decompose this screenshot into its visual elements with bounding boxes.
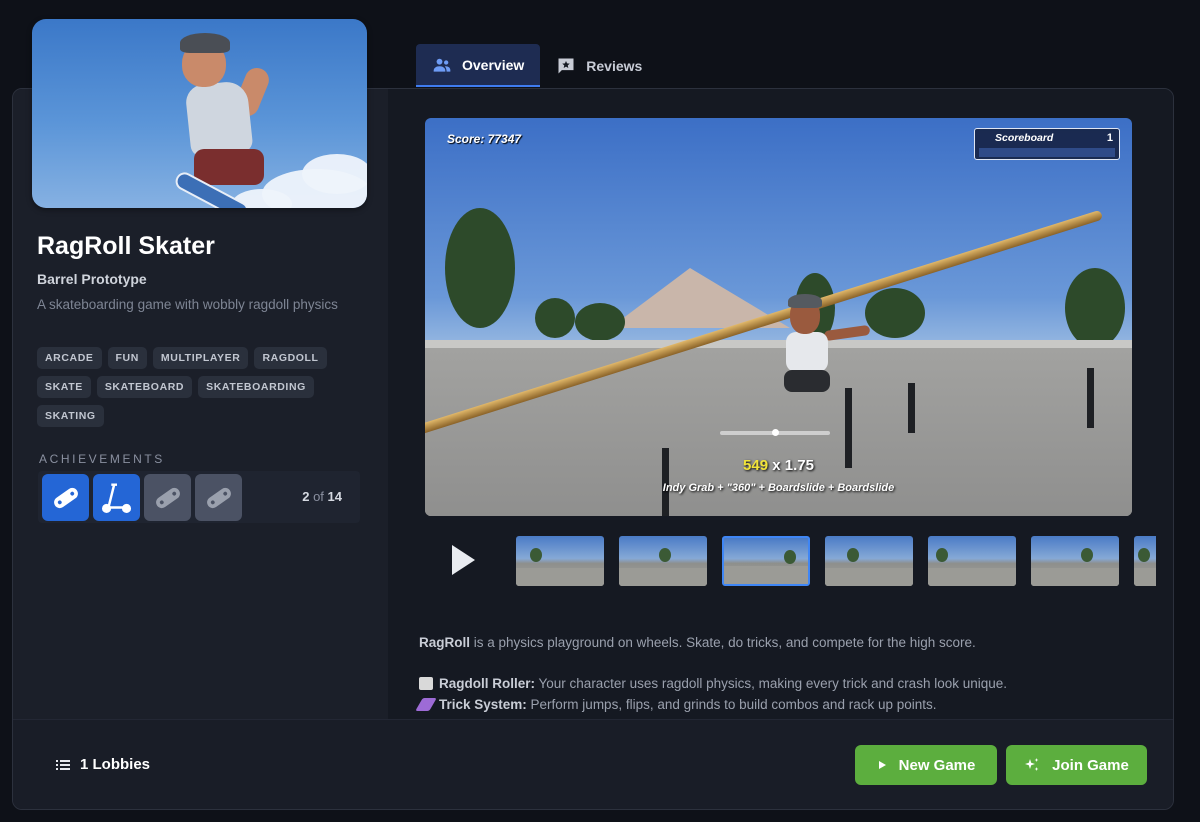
tag-chip[interactable]: SKATEBOARDING [198, 376, 314, 398]
media-thumbnail[interactable] [1031, 536, 1119, 586]
tag-chip[interactable]: SKATE [37, 376, 91, 398]
developer-name[interactable]: Barrel Prototype [37, 271, 147, 287]
scoreboard-panel: Scoreboard 1 [974, 128, 1120, 160]
combo-multiplier: 549 x 1.75 [425, 457, 1132, 474]
action-bar [13, 719, 1173, 809]
description-intro-text: is a physics playground on wheels. Skate… [470, 635, 976, 650]
new-game-button[interactable]: New Game [855, 745, 997, 785]
play-icon [452, 545, 475, 575]
skateboard-emoji-icon [415, 698, 437, 711]
skateboard-icon [155, 487, 180, 508]
new-game-label: New Game [898, 756, 976, 774]
skateboard-icon [53, 487, 78, 508]
roller-emoji-icon [419, 677, 433, 690]
list-icon [56, 759, 70, 770]
review-icon [558, 58, 574, 73]
feature-item: Ragdoll Roller: Your character uses ragd… [419, 673, 1139, 694]
short-description: A skateboarding game with wobbly ragdoll… [37, 297, 338, 312]
tag-chip[interactable]: MULTIPLAYER [152, 347, 249, 369]
media-thumbnail-selected[interactable] [722, 536, 810, 586]
feature-item: Trick System: Perform jumps, flips, and … [415, 694, 1139, 715]
tag-chip[interactable]: RAGDOLL [254, 347, 327, 369]
media-viewer[interactable]: Score: 77347 Scoreboard 1 549 x 1.75 Ind… [425, 118, 1132, 516]
achievement-badge-locked[interactable] [144, 474, 191, 521]
content-tabs: Overview Reviews [416, 44, 658, 87]
scooter-icon [101, 482, 131, 513]
tag-chip[interactable]: FUN [107, 347, 147, 369]
achievement-of-label: of [313, 489, 324, 504]
feature-name: Trick System: [439, 697, 527, 712]
skateboard-icon [206, 487, 231, 508]
combo-multiplier-value: x 1.75 [768, 457, 814, 474]
description-intro-bold: RagRoll [419, 635, 471, 650]
game-description: RagRoll is a physics playground on wheel… [415, 632, 1139, 715]
media-thumbnail[interactable] [1134, 536, 1156, 586]
play-button[interactable] [445, 540, 481, 580]
achievement-badge-scooter[interactable] [93, 474, 140, 521]
scoreboard-title: Scoreboard [995, 132, 1054, 144]
media-thumbnail[interactable] [928, 536, 1016, 586]
achievement-progress: 2 of 14 [302, 489, 342, 504]
achievement-badge-locked[interactable] [195, 474, 242, 521]
combo-trick-list: Indy Grab + "360" + Boardslide + Boardsl… [662, 482, 895, 494]
game-title: RagRoll Skater [37, 232, 215, 260]
game-cover-image [32, 19, 367, 208]
feature-text: Your character uses ragdoll physics, mak… [535, 676, 1008, 691]
feature-name: Ragdoll Roller: [439, 676, 536, 691]
feature-text: Perform jumps, flips, and grinds to buil… [526, 697, 937, 712]
tag-list: ARCADE FUN MULTIPLAYER RAGDOLL SKATE SKA… [37, 347, 337, 427]
users-icon [433, 58, 451, 72]
achievements-heading: ACHIEVEMENTS [39, 452, 165, 466]
media-thumbnail[interactable] [825, 536, 913, 586]
sparkle-icon [1025, 758, 1039, 771]
tag-chip[interactable]: SKATING [37, 405, 104, 427]
description-intro: RagRoll is a physics playground on wheel… [419, 632, 1139, 653]
thumbnail-strip [516, 536, 1156, 586]
lobbies-link[interactable]: 1 Lobbies [56, 756, 150, 773]
join-game-label: Join Game [1052, 756, 1129, 774]
join-game-button[interactable]: Join Game [1006, 745, 1147, 785]
media-thumbnail[interactable] [516, 536, 604, 586]
score-readout: Score: 77347 [447, 132, 522, 146]
lobbies-label: 1 Lobbies [80, 756, 151, 773]
tag-chip[interactable]: ARCADE [37, 347, 102, 369]
tab-reviews[interactable]: Reviews [540, 44, 658, 87]
achievement-unlocked-count: 2 [302, 489, 310, 504]
tab-overview[interactable]: Overview [416, 44, 541, 87]
play-icon [878, 761, 886, 769]
achievements-row[interactable]: 2 of 14 [38, 471, 360, 523]
tag-chip[interactable]: SKATEBOARD [96, 376, 193, 398]
media-thumbnail[interactable] [619, 536, 707, 586]
tab-overview-label: Overview [462, 56, 525, 73]
scoreboard-count: 1 [1106, 132, 1113, 144]
achievement-badge-skateboard[interactable] [42, 474, 89, 521]
achievement-total-count: 14 [327, 489, 342, 504]
tab-reviews-label: Reviews [586, 57, 643, 74]
combo-points: 549 [743, 457, 769, 474]
